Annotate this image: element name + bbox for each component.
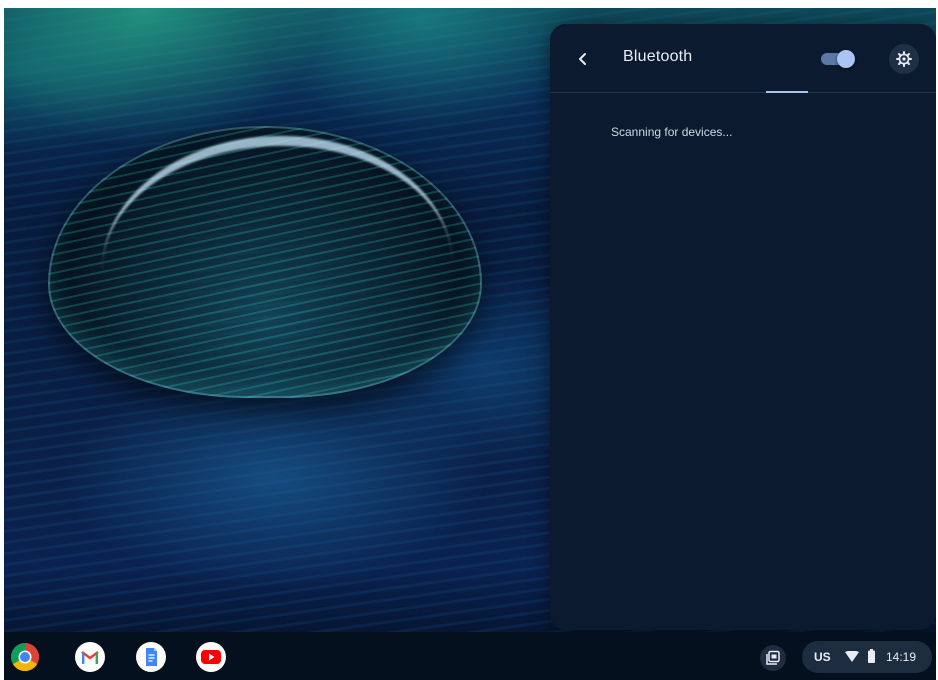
holding-space-icon [766, 650, 780, 665]
docs-icon[interactable] [136, 642, 166, 672]
scanning-status-text: Scanning for devices... [611, 125, 733, 139]
bluetooth-toggle[interactable] [821, 50, 855, 68]
holding-space-button[interactable] [760, 645, 786, 671]
gear-icon [896, 51, 912, 67]
header-divider [550, 92, 936, 93]
clock: 14:19 [886, 650, 917, 664]
wifi-icon [845, 651, 859, 662]
battery-icon [868, 649, 875, 663]
back-arrow-icon [579, 53, 586, 65]
youtube-icon[interactable] [196, 642, 226, 672]
scanning-progress-indicator [766, 91, 808, 93]
chromeos-desktop: Bluetooth Scanning for devices... US 14:… [4, 8, 936, 680]
panel-title: Bluetooth [623, 48, 693, 65]
gmail-icon[interactable] [75, 642, 105, 672]
shelf: US 14:19 [4, 632, 936, 680]
back-button[interactable] [570, 46, 596, 72]
status-area-button[interactable]: US 14:19 [802, 641, 932, 673]
bluetooth-settings-button[interactable] [889, 44, 919, 74]
panel-header: Bluetooth [550, 24, 936, 92]
bluetooth-quick-settings-panel: Bluetooth Scanning for devices... [550, 24, 936, 630]
ime-indicator: US [814, 650, 831, 664]
toggle-knob [837, 50, 855, 68]
chrome-icon[interactable] [10, 642, 40, 672]
